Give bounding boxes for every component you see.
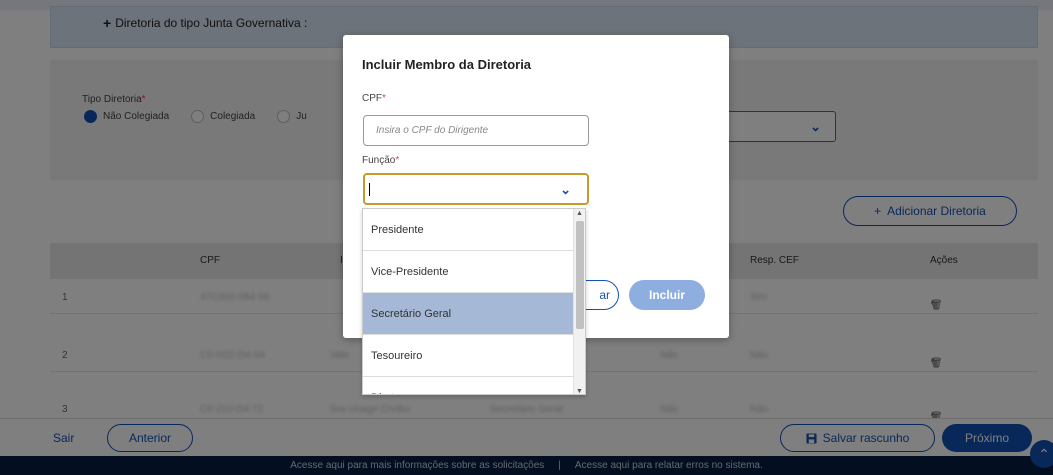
- option-secretario-geral[interactable]: Secretário Geral: [363, 293, 575, 335]
- option-presidente[interactable]: Presidente: [363, 209, 575, 251]
- scroll-down-arrow-icon[interactable]: ▼: [576, 388, 583, 394]
- option-tesoureiro[interactable]: Tesoureiro: [363, 335, 575, 377]
- option-diretor[interactable]: Diretor: [363, 377, 575, 394]
- scroll-up-arrow-icon[interactable]: ▲: [576, 210, 583, 217]
- cpf-input[interactable]: [363, 115, 589, 146]
- text-caret: [369, 183, 370, 196]
- funcao-dropdown-list: Presidente Vice-Presidente Secretário Ge…: [362, 208, 586, 395]
- dropdown-scrollbar[interactable]: ▲ ▼: [573, 209, 585, 394]
- scrollbar-thumb[interactable]: [576, 221, 584, 329]
- incluir-button[interactable]: Incluir: [629, 280, 705, 310]
- chevron-down-icon: ⌄: [560, 182, 571, 197]
- modal-title: Incluir Membro da Diretoria: [362, 57, 532, 72]
- funcao-select[interactable]: ⌄: [363, 173, 589, 205]
- funcao-label: Função*: [362, 155, 400, 166]
- cpf-label: CPF*: [362, 93, 386, 104]
- option-vice-presidente[interactable]: Vice-Presidente: [363, 251, 575, 293]
